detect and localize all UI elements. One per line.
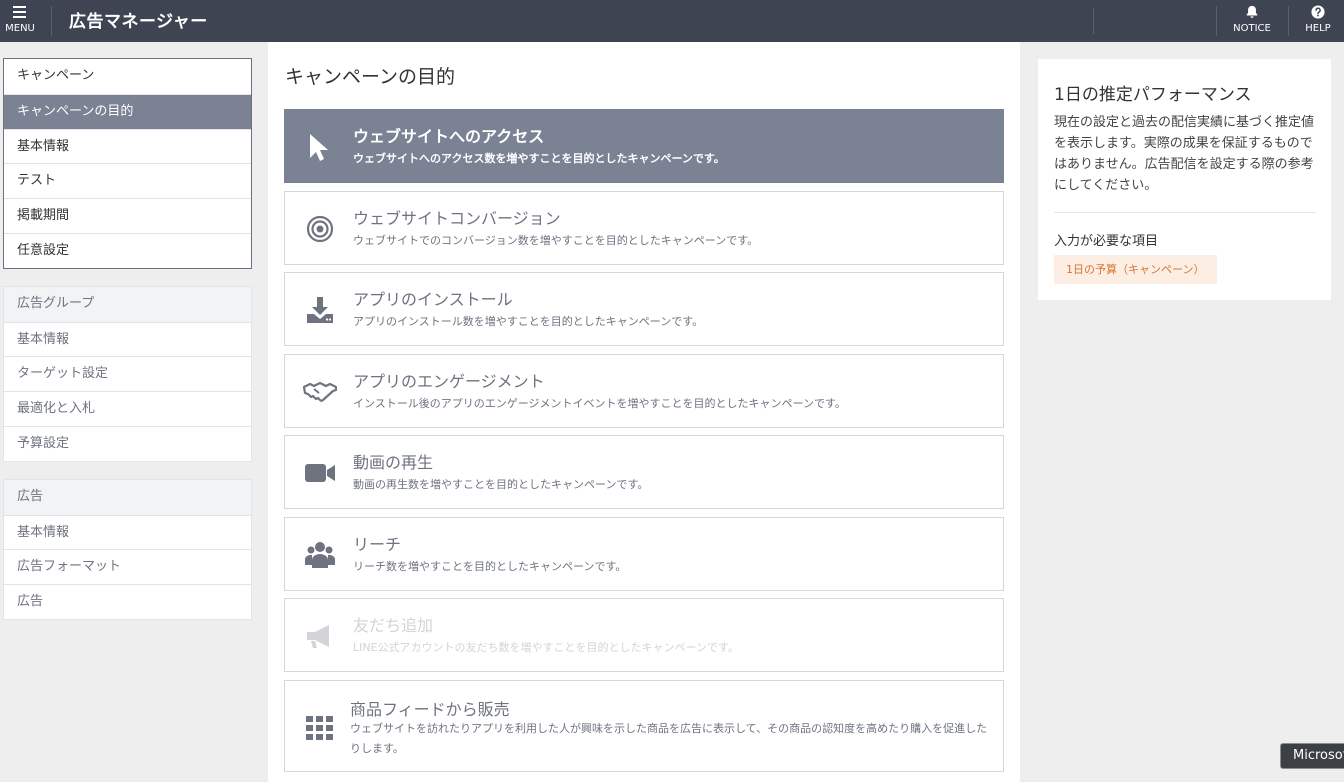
objective-title: ウェブサイトコンバージョン — [353, 209, 561, 228]
video-camera-icon — [305, 464, 335, 482]
nav-item-campaign-objective[interactable]: キャンペーンの目的 — [4, 93, 251, 129]
objective-description: 動画の再生数を増やすことを目的としたキャンペーンです。 — [353, 478, 649, 491]
objective-app-install[interactable]: アプリのインストール アプリのインストール数を増やすことを目的としたキャンペーン… — [284, 272, 1004, 346]
question-circle-icon — [1311, 5, 1325, 19]
objective-reach[interactable]: リーチ リーチ数を増やすことを目的としたキャンペーンです。 — [284, 517, 1004, 591]
objective-website-traffic[interactable]: ウェブサイトへのアクセス ウェブサイトへのアクセス数を増やすことを目的としたキャ… — [284, 109, 1004, 183]
main-content: キャンペーンの目的 ウェブサイトへのアクセス ウェブサイトへのアクセス数を増やす… — [268, 42, 1020, 782]
nav-item-ad-creative[interactable]: 広告 — [4, 584, 251, 619]
users-icon — [305, 542, 335, 568]
required-items-label: 入力が必要な項目 — [1054, 234, 1159, 249]
objective-title: リーチ — [353, 535, 402, 554]
nav-item-ad-basic-info[interactable]: 基本情報 — [4, 514, 251, 550]
target-icon — [306, 215, 334, 243]
notice-label: NOTICE — [1233, 23, 1271, 34]
objective-title: 友だち追加 — [353, 616, 434, 635]
objective-description: LINE公式アカウントの友だち数を増やすことを目的としたキャンペーンです。 — [353, 641, 739, 654]
nav-item-basic-info[interactable]: 基本情報 — [4, 128, 251, 164]
help-label: HELP — [1305, 23, 1331, 34]
app-title: 広告マネージャー — [69, 12, 208, 32]
help-button[interactable]: HELP — [1294, 0, 1342, 42]
nav-item-optional-settings[interactable]: 任意設定 — [4, 232, 251, 268]
nav-item-adgroup[interactable]: 広告グループ — [4, 286, 251, 322]
nav-item-targeting[interactable]: ターゲット設定 — [4, 356, 251, 391]
nav-item-ad[interactable]: 広告 — [4, 479, 251, 515]
objective-title: アプリのインストール — [353, 290, 513, 309]
divider — [1288, 6, 1289, 36]
objective-title: 動画の再生 — [353, 453, 434, 472]
objective-description: アプリのインストール数を増やすことを目的としたキャンペーンです。 — [353, 315, 704, 328]
nav-item-adgroup-basic-info[interactable]: 基本情報 — [4, 321, 251, 357]
nav-group-campaign: キャンペーン キャンペーンの目的 基本情報 テスト 掲載期間 任意設定 — [3, 58, 252, 269]
nav-item-schedule[interactable]: 掲載期間 — [4, 198, 251, 233]
panel-title: 1日の推定パフォーマンス — [1054, 85, 1252, 105]
objective-description: インストール後のアプリのエンゲージメントイベントを増やすことを目的としたキャンペ… — [353, 397, 846, 410]
nav-group-ad: 広告 基本情報 広告フォーマット 広告 — [3, 478, 252, 620]
objective-video-views[interactable]: 動画の再生 動画の再生数を増やすことを目的としたキャンペーンです。 — [284, 435, 1004, 509]
objective-title: アプリのエンゲージメント — [353, 372, 545, 391]
nav-group-adgroup: 広告グループ 基本情報 ターゲット設定 最適化と入札 予算設定 — [3, 285, 252, 462]
menu-button[interactable]: MENU — [0, 0, 40, 42]
objective-description: ウェブサイトでのコンバージョン数を増やすことを目的としたキャンペーンです。 — [353, 234, 759, 247]
taskbar-tooltip: Microsoft — [1280, 743, 1344, 769]
hamburger-icon — [13, 6, 26, 21]
divider — [1093, 8, 1094, 34]
objective-description: リーチ数を増やすことを目的としたキャンペーンです。 — [353, 560, 627, 573]
cursor-icon — [310, 134, 328, 161]
handshake-icon — [303, 381, 337, 402]
nav-item-ad-format[interactable]: 広告フォーマット — [4, 549, 251, 584]
objective-friends: 友だち追加 LINE公式アカウントの友だち数を増やすことを目的としたキャンペーン… — [284, 598, 1004, 672]
divider — [1216, 6, 1217, 36]
menu-label: MENU — [5, 23, 35, 34]
grid-icon — [306, 716, 333, 740]
objective-description: ウェブサイトへのアクセス数を増やすことを目的としたキャンペーンです。 — [353, 152, 725, 165]
nav-item-budget[interactable]: 予算設定 — [4, 425, 251, 461]
performance-panel: 1日の推定パフォーマンス 現在の設定と過去の配信実績に基づく推定値を表示します。… — [1038, 59, 1331, 300]
bell-icon — [1246, 5, 1258, 18]
objective-product-feed-sales[interactable]: 商品フィードから販売 ウェブサイトを訪れたりアプリを利用した人が興味を示した商品… — [284, 680, 1004, 772]
panel-description: 現在の設定と過去の配信実績に基づく推定値を表示します。実際の成果を保証するもので… — [1054, 115, 1315, 193]
top-bar: MENU 広告マネージャー NOTICE HELP — [0, 0, 1344, 42]
nav-item-optimization-bidding[interactable]: 最適化と入札 — [4, 391, 251, 426]
nav-item-campaign[interactable]: キャンペーン — [4, 59, 251, 94]
left-nav: キャンペーン キャンペーンの目的 基本情報 テスト 掲載期間 任意設定 広告グル… — [3, 58, 252, 637]
divider — [51, 6, 52, 36]
objective-description: ウェブサイトを訪れたりアプリを利用した人が興味を示した商品を広告に表示して、その… — [350, 722, 988, 755]
objective-title: ウェブサイトへのアクセス — [353, 127, 545, 146]
required-item-badge[interactable]: 1日の予算（キャンペーン） — [1054, 255, 1217, 284]
nav-item-test[interactable]: テスト — [4, 163, 251, 198]
divider — [1054, 212, 1316, 213]
objective-title: 商品フィードから販売 — [350, 700, 510, 719]
download-icon — [307, 297, 333, 323]
megaphone-icon — [307, 625, 329, 648]
page-title: キャンペーンの目的 — [285, 66, 456, 88]
objective-app-engagement[interactable]: アプリのエンゲージメント インストール後のアプリのエンゲージメントイベントを増や… — [284, 354, 1004, 428]
objective-website-conversion[interactable]: ウェブサイトコンバージョン ウェブサイトでのコンバージョン数を増やすことを目的と… — [284, 191, 1004, 265]
notice-button[interactable]: NOTICE — [1222, 0, 1282, 42]
